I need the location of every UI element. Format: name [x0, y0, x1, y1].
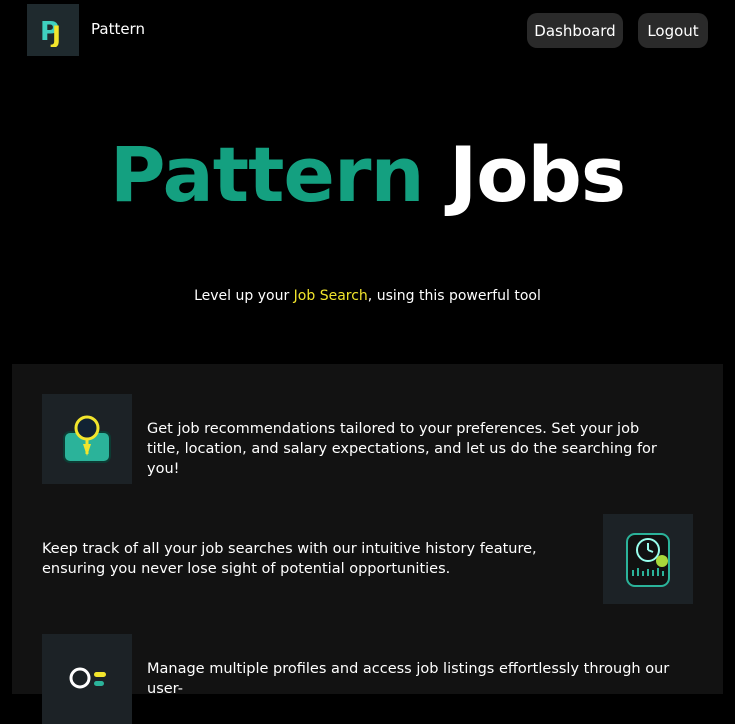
top-nav: P J Pattern Dashboard Logout	[0, 0, 735, 60]
dashboard-button[interactable]: Dashboard	[527, 13, 623, 48]
logo[interactable]: P J	[27, 4, 79, 56]
svg-text:J: J	[50, 21, 61, 47]
feature-3-image	[42, 634, 132, 724]
feature-2-text: Keep track of all your job searches with…	[42, 541, 537, 577]
features-panel: Get job recommendations tailored to your…	[12, 364, 723, 724]
logout-button[interactable]: Logout	[638, 13, 708, 48]
history-clock-icon	[626, 533, 670, 587]
hero-title-pattern: Pattern	[109, 130, 425, 219]
pj-logo-icon: P J	[40, 17, 61, 47]
feature-2-image	[603, 514, 693, 604]
hero-title: Pattern Jobs	[0, 130, 735, 220]
tagline-highlight: Job Search	[293, 288, 368, 304]
feature-1-image	[42, 394, 132, 484]
briefcase-search-icon	[63, 415, 111, 463]
feature-1-text: Get job recommendations tailored to your…	[147, 421, 657, 477]
tagline-prefix: Level up your	[194, 288, 294, 304]
tagline-suffix: , using this powerful tool	[367, 288, 541, 304]
hero-title-jobs: Jobs	[449, 130, 626, 219]
feature-3-text: Manage multiple profiles and access job …	[147, 661, 670, 697]
profiles-toggle-icon	[69, 667, 106, 689]
tagline: Level up your Job Search, using this pow…	[0, 288, 735, 304]
brand-name[interactable]: Pattern	[91, 20, 145, 38]
